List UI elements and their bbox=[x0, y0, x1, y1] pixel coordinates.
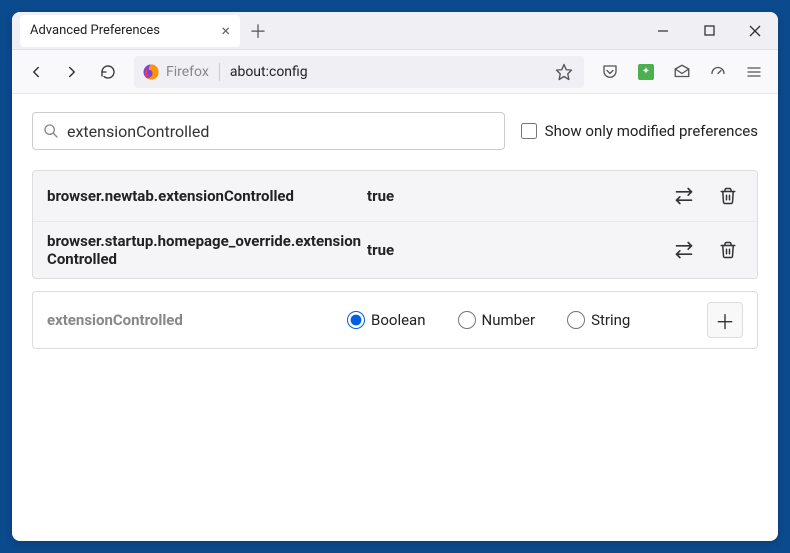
add-pref-button[interactable]: ＋ bbox=[707, 302, 743, 338]
close-window-button[interactable] bbox=[732, 12, 778, 50]
search-icon bbox=[43, 123, 59, 139]
radio-string[interactable]: String bbox=[567, 311, 630, 329]
pref-name: browser.startup.homepage_override.extens… bbox=[47, 232, 367, 268]
about-config-content: Show only modified preferences browser.n… bbox=[12, 94, 778, 367]
search-row: Show only modified preferences bbox=[32, 112, 758, 150]
preferences-table: browser.newtab.extensionControlled true … bbox=[32, 170, 758, 279]
pocket-icon[interactable] bbox=[594, 56, 626, 88]
pref-actions bbox=[669, 235, 743, 265]
url-protocol: Firefox bbox=[166, 64, 209, 80]
pref-row[interactable]: browser.newtab.extensionControlled true bbox=[33, 171, 757, 222]
pref-value: true bbox=[367, 241, 669, 259]
new-pref-row: extensionControlled Boolean Number Strin… bbox=[32, 291, 758, 349]
address-bar[interactable]: Firefox about:config bbox=[134, 56, 584, 88]
new-pref-name: extensionControlled bbox=[47, 311, 337, 329]
delete-button[interactable] bbox=[713, 235, 743, 265]
toggle-button[interactable] bbox=[669, 181, 699, 211]
maximize-button[interactable] bbox=[686, 12, 732, 50]
extension-icon[interactable]: ✦ bbox=[630, 56, 662, 88]
titlebar: Advanced Preferences × ＋ bbox=[12, 12, 778, 50]
pref-actions bbox=[669, 181, 743, 211]
close-tab-icon[interactable]: × bbox=[221, 23, 230, 39]
window-controls bbox=[640, 12, 778, 50]
menu-button[interactable] bbox=[738, 56, 770, 88]
search-box[interactable] bbox=[32, 112, 505, 150]
checkbox-label: Show only modified preferences bbox=[545, 122, 758, 140]
reload-button[interactable] bbox=[92, 56, 124, 88]
tab-title: Advanced Preferences bbox=[30, 23, 160, 38]
nav-toolbar: Firefox about:config ✦ bbox=[12, 50, 778, 94]
radio-number[interactable]: Number bbox=[458, 311, 536, 329]
radio-input[interactable] bbox=[347, 311, 365, 329]
radio-label: Boolean bbox=[371, 311, 426, 329]
radio-label: Number bbox=[482, 311, 536, 329]
radio-input[interactable] bbox=[567, 311, 585, 329]
type-radio-group: Boolean Number String bbox=[347, 311, 697, 329]
url-address: about:config bbox=[230, 64, 546, 80]
forward-button[interactable] bbox=[56, 56, 88, 88]
delete-button[interactable] bbox=[713, 181, 743, 211]
checkbox-input[interactable] bbox=[521, 123, 537, 139]
minimize-button[interactable] bbox=[640, 12, 686, 50]
radio-boolean[interactable]: Boolean bbox=[347, 311, 426, 329]
show-modified-checkbox[interactable]: Show only modified preferences bbox=[521, 122, 758, 140]
search-input[interactable] bbox=[67, 122, 494, 141]
toggle-button[interactable] bbox=[669, 235, 699, 265]
tab-advanced-preferences[interactable]: Advanced Preferences × bbox=[20, 15, 240, 47]
new-tab-button[interactable]: ＋ bbox=[244, 17, 272, 45]
inbox-icon[interactable] bbox=[666, 56, 698, 88]
radio-input[interactable] bbox=[458, 311, 476, 329]
url-separator bbox=[219, 63, 220, 81]
firefox-logo-icon bbox=[142, 63, 160, 81]
browser-window: Advanced Preferences × ＋ bbox=[12, 12, 778, 541]
pref-row[interactable]: browser.startup.homepage_override.extens… bbox=[33, 222, 757, 278]
pref-value: true bbox=[367, 187, 669, 205]
pref-name: browser.newtab.extensionControlled bbox=[47, 187, 367, 205]
bookmark-star-icon[interactable] bbox=[552, 60, 576, 84]
dashboard-icon[interactable] bbox=[702, 56, 734, 88]
radio-label: String bbox=[591, 311, 630, 329]
back-button[interactable] bbox=[20, 56, 52, 88]
